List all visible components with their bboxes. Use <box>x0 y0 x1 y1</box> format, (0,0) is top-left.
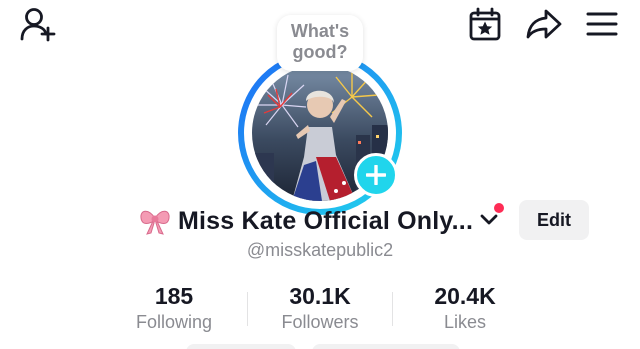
following-label: Following <box>135 312 213 332</box>
plus-icon <box>366 165 386 185</box>
ribbon-bow-icon <box>138 206 172 236</box>
stat-followers[interactable]: 30.1K Followers <box>255 282 385 334</box>
share-icon[interactable] <box>524 6 564 42</box>
followers-label: Followers <box>281 312 359 332</box>
following-count: 185 <box>154 283 194 309</box>
profile-page: What's good? Miss Kate Official Only... … <box>0 0 640 349</box>
stat-divider <box>392 292 393 326</box>
action-button[interactable] <box>312 344 460 349</box>
stat-likes[interactable]: 20.4K Likes <box>400 282 530 334</box>
chevron-down-icon[interactable] <box>478 211 500 229</box>
stat-following[interactable]: 185 Following <box>109 282 239 334</box>
action-button[interactable] <box>186 344 296 349</box>
notification-dot <box>494 203 504 213</box>
likes-count: 20.4K <box>434 283 496 309</box>
display-name: Miss Kate Official Only... <box>178 206 474 235</box>
add-user-icon[interactable] <box>18 6 58 42</box>
username: @misskatepublic2 <box>246 240 394 260</box>
edit-profile-button[interactable]: Edit <box>519 200 589 240</box>
followers-count: 30.1K <box>289 283 351 309</box>
likes-label: Likes <box>443 312 487 332</box>
status-bubble-line-2: good? <box>292 42 348 62</box>
calendar-star-icon[interactable] <box>467 6 503 42</box>
display-name-row[interactable]: Miss Kate Official Only... <box>138 203 473 239</box>
add-story-button[interactable] <box>354 153 398 197</box>
stat-divider <box>247 292 248 326</box>
status-bubble[interactable]: What's good? <box>277 15 363 71</box>
status-bubble-line-1: What's <box>290 21 350 41</box>
menu-icon[interactable] <box>584 8 620 40</box>
